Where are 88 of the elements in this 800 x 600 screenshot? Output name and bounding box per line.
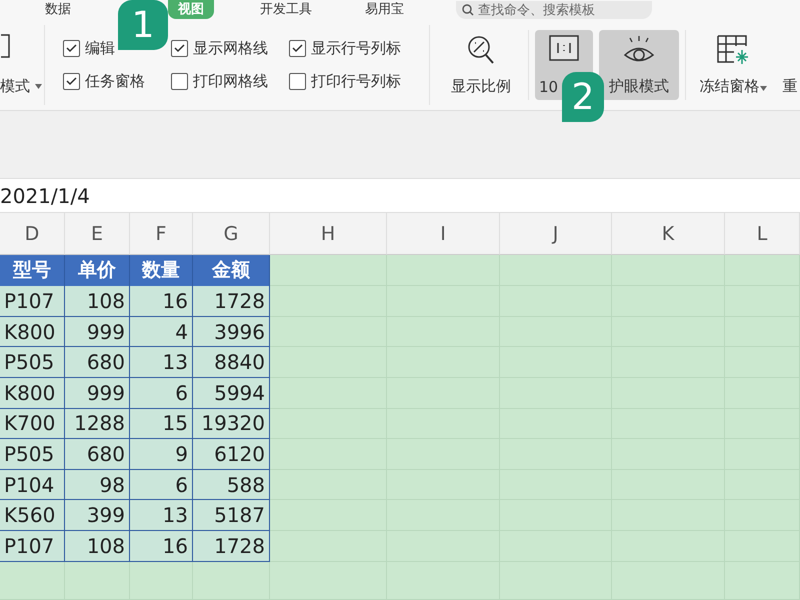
magnifier-icon: [466, 34, 496, 66]
table-cell: 8840: [193, 347, 270, 378]
table-cell: 999: [65, 316, 130, 348]
table-cell: K800: [0, 316, 65, 348]
column-header[interactable]: H: [270, 213, 387, 255]
table-cell: 19320: [193, 408, 270, 440]
ribbon-button[interactable]: 冻结窗格: [692, 30, 774, 100]
step-tooltip: 2: [562, 72, 604, 122]
column-header[interactable]: K: [612, 213, 725, 255]
table-cell: 5994: [193, 378, 270, 409]
table-cell: 13: [130, 347, 193, 378]
column-header[interactable]: D: [0, 213, 65, 255]
table-cell: 5187: [193, 500, 270, 532]
table-cell: 16: [130, 286, 193, 317]
ribbon-button[interactable]: 显示比例: [440, 30, 522, 100]
grid-cell: [0, 562, 65, 600]
checkbox-label: 打印行号列标: [311, 72, 401, 91]
header-cell: 型号: [0, 254, 65, 286]
checkmark-icon: [292, 44, 303, 53]
checkbox[interactable]: [63, 40, 80, 57]
table-cell: P505: [0, 439, 65, 470]
checkmark-icon: [66, 44, 77, 53]
step-tooltip: 1: [118, 0, 168, 50]
table-cell: 680: [65, 439, 130, 470]
header-cell: 单价: [65, 254, 130, 286]
formula-value: 2021/1/4: [0, 184, 90, 208]
table-cell: 6: [130, 378, 193, 409]
caret-icon: [760, 86, 766, 91]
table-cell: P107: [0, 286, 65, 317]
caret-icon: [35, 84, 42, 89]
table-cell: 6: [130, 470, 193, 500]
table-cell: 108: [65, 286, 130, 317]
checkbox[interactable]: [63, 72, 80, 90]
table-cell: 1728: [193, 531, 270, 562]
menu-tab[interactable]: 开发工具: [250, 0, 322, 20]
mode-dropdown[interactable]: 模式: [0, 76, 42, 96]
table-cell: 3996: [193, 316, 270, 348]
table-cell: 1728: [193, 286, 270, 317]
menu-tab[interactable]: 数据: [35, 0, 81, 20]
column-header[interactable]: J: [500, 213, 612, 255]
table-cell: 680: [65, 347, 130, 378]
grid-cell: [65, 562, 130, 600]
table-cell: P104: [0, 470, 65, 500]
ribbon-button[interactable]: 护眼模式: [599, 30, 679, 100]
checkbox[interactable]: [171, 72, 188, 90]
checkbox-label: 显示网格线: [193, 38, 268, 58]
checkbox[interactable]: [289, 40, 306, 57]
ribbon-button[interactable]: 重: [780, 30, 800, 100]
table-cell: 999: [65, 378, 130, 409]
checkmark-icon: [66, 76, 77, 86]
column-header[interactable]: L: [725, 213, 800, 255]
table-cell: 15: [130, 408, 193, 440]
checkmark-icon: [174, 44, 185, 53]
column-header[interactable]: I: [387, 213, 500, 255]
checkbox-label: 打印网格线: [193, 72, 268, 91]
table-cell: K560: [0, 500, 65, 532]
table-cell: 4: [130, 316, 193, 348]
table-cell: K800: [0, 378, 65, 409]
column-header[interactable]: E: [65, 213, 130, 255]
table-cell: K700: [0, 408, 65, 440]
search-placeholder: 查找命令、搜索模板: [478, 2, 595, 19]
table-cell: P107: [0, 531, 65, 562]
header-cell: 数量: [130, 254, 193, 286]
table-cell: 399: [65, 500, 130, 532]
search-field[interactable]: 查找命令、搜索模板: [456, 0, 652, 19]
table-cell: 108: [65, 531, 130, 562]
checkbox[interactable]: [171, 40, 188, 57]
menu-tab[interactable]: 易用宝: [355, 0, 414, 20]
header-cell: 金额: [193, 254, 270, 286]
bracket-icon: [0, 33, 12, 60]
checkbox-label: 显示行号列标: [311, 38, 401, 58]
checkbox-label: 任务窗格: [85, 72, 145, 91]
table-cell: 6120: [193, 439, 270, 470]
column-header[interactable]: F: [130, 213, 193, 255]
table-cell: 9: [130, 439, 193, 470]
table-cell: 13: [130, 500, 193, 532]
freeze-panes-icon: [716, 34, 750, 66]
table-cell: 588: [193, 470, 270, 500]
column-header[interactable]: G: [193, 213, 270, 255]
table-cell: 98: [65, 470, 130, 500]
checkbox[interactable]: [289, 72, 306, 90]
table-cell: 1288: [65, 408, 130, 440]
checkbox-label: 编辑: [85, 38, 115, 58]
table-cell: P505: [0, 347, 65, 378]
ratio-icon: [548, 34, 580, 62]
table-cell: 16: [130, 531, 193, 562]
search-icon: [462, 4, 474, 16]
grid-cell: [130, 562, 193, 600]
